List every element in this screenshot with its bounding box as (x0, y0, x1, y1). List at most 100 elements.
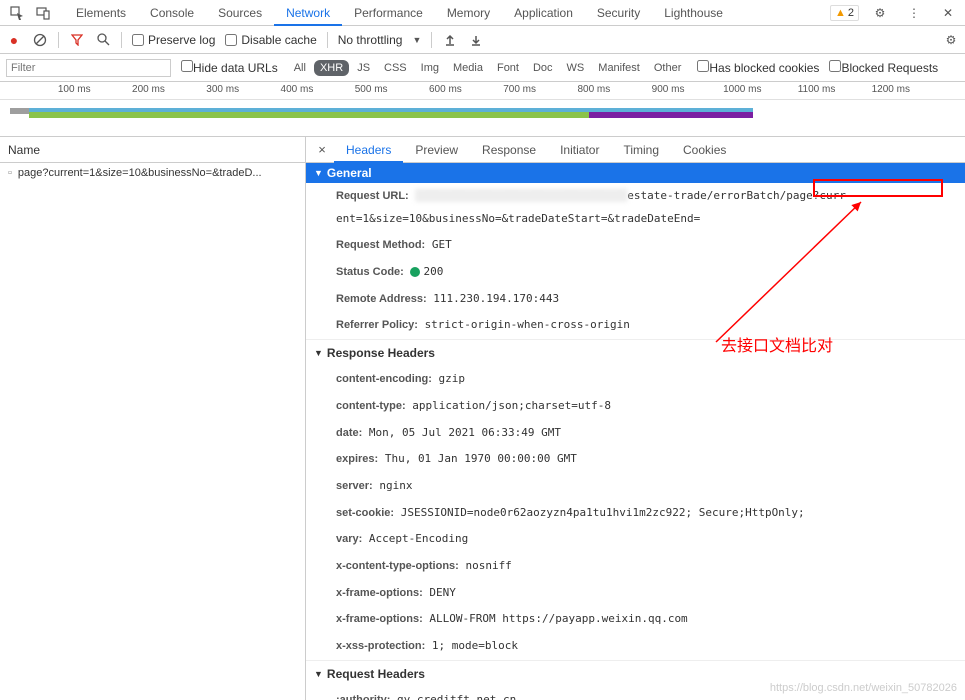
tab-memory[interactable]: Memory (435, 0, 502, 26)
filter-type-xhr[interactable]: XHR (314, 60, 349, 76)
blocked-cookies-checkbox[interactable]: Has blocked cookies (697, 60, 819, 75)
tab-sources[interactable]: Sources (206, 0, 274, 26)
chevron-down-icon: ▼ (314, 669, 323, 679)
request-name: page?current=1&size=10&businessNo=&trade… (18, 167, 262, 179)
detail-tab-timing[interactable]: Timing (611, 137, 671, 163)
filter-type-js[interactable]: JS (351, 60, 376, 76)
header-row: expires: Thu, 01 Jan 1970 00:00:00 GMT (306, 446, 965, 473)
filter-type-font[interactable]: Font (491, 60, 525, 76)
timeline-tick: 1200 ms (872, 84, 910, 95)
blocked-cookies-label: Has blocked cookies (709, 61, 819, 75)
detail-tab-preview[interactable]: Preview (403, 137, 470, 163)
filter-type-css[interactable]: CSS (378, 60, 413, 76)
timeline-bar (29, 112, 589, 118)
disable-cache-checkbox[interactable]: Disable cache (225, 33, 316, 47)
filter-type-manifest[interactable]: Manifest (592, 60, 646, 76)
separator (431, 32, 432, 48)
detail-tab-headers[interactable]: Headers (334, 137, 403, 163)
response-headers-title: Response Headers (327, 346, 435, 360)
blocked-requests-checkbox[interactable]: Blocked Requests (829, 60, 938, 75)
request-detail-pane: × HeadersPreviewResponseInitiatorTimingC… (306, 137, 965, 700)
header-row: content-encoding: gzip (306, 366, 965, 393)
header-row: set-cookie: JSESSIONID=node0r62aozyzn4pa… (306, 500, 965, 527)
tab-performance[interactable]: Performance (342, 0, 435, 26)
timeline-tick: 700 ms (503, 84, 536, 95)
timeline-overview[interactable]: 100 ms200 ms300 ms400 ms500 ms600 ms700 … (0, 82, 965, 137)
devtools-top-tabs: ElementsConsoleSourcesNetworkPerformance… (0, 0, 965, 26)
tab-elements[interactable]: Elements (64, 0, 138, 26)
filter-type-ws[interactable]: WS (561, 60, 591, 76)
request-url-line2: ent=1&size=10&businessNo=&tradeDateStart… (306, 210, 965, 233)
header-row: x-frame-options: ALLOW-FROM https://paya… (306, 606, 965, 633)
timeline-tick: 300 ms (206, 84, 239, 95)
detail-tab-response[interactable]: Response (470, 137, 548, 163)
chevron-down-icon: ▼ (314, 168, 323, 178)
tab-application[interactable]: Application (502, 0, 585, 26)
close-icon[interactable]: ✕ (935, 0, 961, 26)
tab-security[interactable]: Security (585, 0, 652, 26)
filter-type-doc[interactable]: Doc (527, 60, 559, 76)
request-headers-title: Request Headers (327, 667, 425, 681)
gear-icon[interactable]: ⚙ (943, 32, 959, 48)
detail-tab-cookies[interactable]: Cookies (671, 137, 738, 163)
close-detail-icon[interactable]: × (310, 142, 334, 157)
response-headers-section[interactable]: ▼ Response Headers (306, 339, 965, 366)
detail-tab-initiator[interactable]: Initiator (548, 137, 611, 163)
tab-lighthouse[interactable]: Lighthouse (652, 0, 735, 26)
detail-tabs: × HeadersPreviewResponseInitiatorTimingC… (306, 137, 965, 163)
header-row: date: Mon, 05 Jul 2021 06:33:49 GMT (306, 420, 965, 447)
header-row: server: nginx (306, 473, 965, 500)
header-row: x-frame-options: DENY (306, 580, 965, 607)
filter-type-img[interactable]: Img (415, 60, 445, 76)
header-row: :authority: gy.creditft.net.cn (306, 687, 965, 700)
filter-type-other[interactable]: Other (648, 60, 688, 76)
upload-icon[interactable] (442, 32, 458, 48)
timeline-tick: 600 ms (429, 84, 462, 95)
timeline-bar (589, 112, 753, 118)
header-row: x-xss-protection: 1; mode=block (306, 633, 965, 660)
header-row: content-type: application/json;charset=u… (306, 393, 965, 420)
warning-count: 2 (848, 7, 854, 19)
chevron-down-icon: ▼ (314, 348, 323, 358)
tab-console[interactable]: Console (138, 0, 206, 26)
record-button[interactable]: ● (6, 32, 22, 48)
filter-input[interactable] (6, 59, 171, 77)
clear-button[interactable] (32, 32, 48, 48)
separator (121, 32, 122, 48)
warning-badge[interactable]: ▲2 (830, 5, 859, 21)
download-icon[interactable] (468, 32, 484, 48)
preserve-log-label: Preserve log (148, 33, 215, 47)
blocked-requests-label: Blocked Requests (841, 61, 938, 75)
filter-type-all[interactable]: All (288, 60, 312, 76)
network-toolbar: ● Preserve log Disable cache No throttli… (0, 26, 965, 54)
timeline-tick: 800 ms (577, 84, 610, 95)
chevron-down-icon[interactable]: ▼ (412, 35, 421, 45)
name-column-header[interactable]: Name (0, 137, 305, 163)
device-toggle-icon[interactable] (30, 0, 56, 26)
gear-icon[interactable]: ⚙ (867, 0, 893, 26)
filter-type-media[interactable]: Media (447, 60, 489, 76)
warning-icon: ▲ (835, 7, 846, 19)
request-method-row: Request Method: GET (306, 232, 965, 259)
inspect-icon[interactable] (4, 0, 30, 26)
filter-icon[interactable] (69, 32, 85, 48)
request-row[interactable]: ▫page?current=1&size=10&businessNo=&trad… (0, 163, 305, 183)
request-headers-section[interactable]: ▼ Request Headers (306, 660, 965, 687)
hide-data-urls-checkbox[interactable]: Hide data URLs (181, 60, 278, 75)
header-row: x-content-type-options: nosniff (306, 553, 965, 580)
kebab-icon[interactable]: ⋮ (901, 0, 927, 26)
timeline-tick: 200 ms (132, 84, 165, 95)
general-section-header[interactable]: ▼General (306, 163, 965, 183)
request-list-pane: Name ▫page?current=1&size=10&businessNo=… (0, 137, 306, 700)
remote-address-row: Remote Address: 111.230.194.170:443 (306, 286, 965, 313)
tab-network[interactable]: Network (274, 0, 342, 26)
preserve-log-checkbox[interactable]: Preserve log (132, 33, 215, 47)
search-icon[interactable] (95, 32, 111, 48)
status-dot-icon (410, 267, 420, 277)
timeline-tick: 1000 ms (723, 84, 761, 95)
throttling-select[interactable]: No throttling (338, 33, 403, 47)
blurred-url: ████████████████████████████████ (415, 189, 627, 202)
url-tail: estate-trade/errorBatch/page?curr (627, 189, 846, 202)
header-row: vary: Accept-Encoding (306, 526, 965, 553)
referrer-policy-row: Referrer Policy: strict-origin-when-cros… (306, 312, 965, 339)
